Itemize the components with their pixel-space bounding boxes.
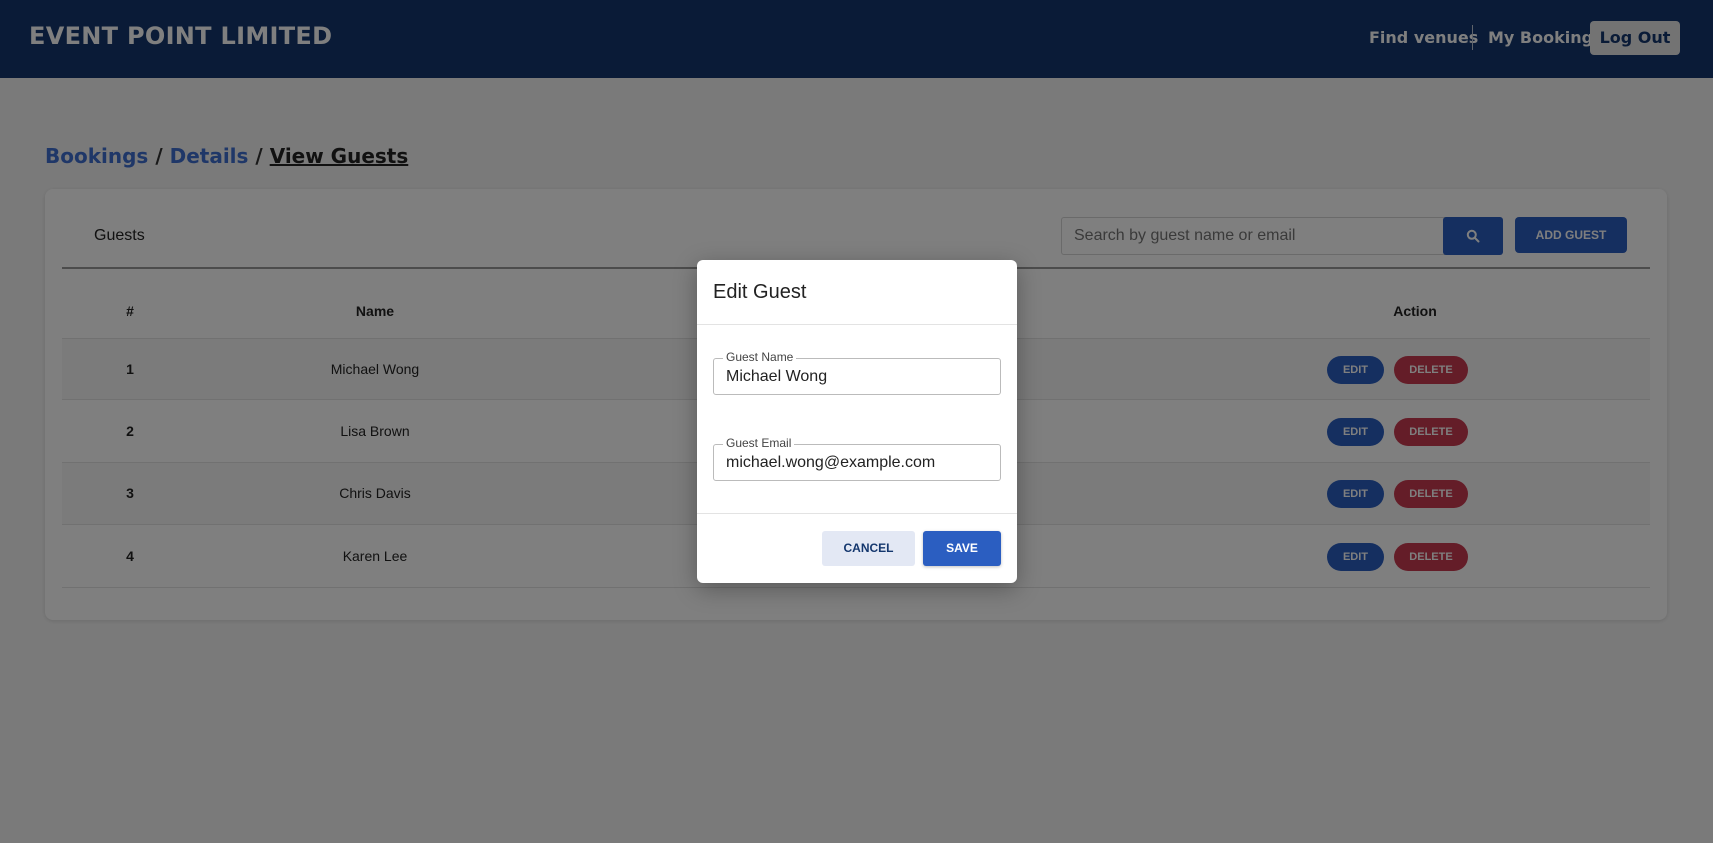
guest-email-value[interactable]: michael.wong@example.com <box>726 454 935 472</box>
guest-name-value[interactable]: Michael Wong <box>726 368 827 386</box>
guest-email-label: Guest Email <box>723 436 795 450</box>
guest-name-label: Guest Name <box>723 350 797 364</box>
save-button[interactable]: SAVE <box>923 531 1001 566</box>
dialog-header-divider <box>697 324 1017 325</box>
guest-name-field[interactable]: Guest Name Michael Wong <box>713 350 1001 395</box>
dialog-title: Edit Guest <box>713 281 807 303</box>
cancel-button[interactable]: CANCEL <box>822 531 915 566</box>
guest-email-field[interactable]: Guest Email michael.wong@example.com <box>713 436 1001 481</box>
edit-guest-dialog: Edit Guest Guest Name Michael Wong Guest… <box>697 260 1017 583</box>
dialog-footer-divider <box>697 513 1017 514</box>
